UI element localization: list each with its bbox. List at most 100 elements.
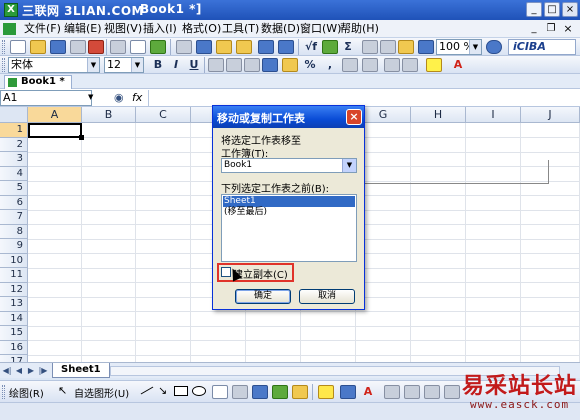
rectangle-icon[interactable] <box>174 386 188 396</box>
doc-restore-icon[interactable]: ❐ <box>545 23 557 35</box>
fill-color-draw-icon[interactable] <box>318 385 334 399</box>
align-right-icon[interactable] <box>244 58 260 72</box>
menu-view[interactable]: 视图(V) <box>102 21 144 37</box>
oval-icon[interactable] <box>192 386 206 396</box>
create-copy-label[interactable]: 建立副本(C) <box>233 266 288 281</box>
format-painter-icon[interactable] <box>236 40 252 54</box>
clipart-icon[interactable] <box>272 385 288 399</box>
bold-button[interactable]: B <box>150 58 166 72</box>
column-header[interactable]: C <box>136 107 191 123</box>
column-header[interactable]: A <box>28 107 82 123</box>
font-size-select[interactable]: 12 ▼ <box>104 57 144 73</box>
menu-help[interactable]: 帮助(H) <box>338 21 381 37</box>
list-item-move-to-end[interactable]: (移至最后) <box>223 207 355 218</box>
cancel-formula-icon[interactable]: ◉ <box>114 91 128 105</box>
menu-edit[interactable]: 编辑(E) <box>62 21 104 37</box>
cancel-button[interactable]: 取消 <box>299 289 355 304</box>
row-header[interactable]: 2 <box>0 137 28 152</box>
column-header[interactable]: B <box>82 107 136 123</box>
percent-button[interactable]: % <box>302 58 318 72</box>
insert-function-icon[interactable]: √f <box>302 40 320 54</box>
row-header[interactable]: 10 <box>0 253 28 268</box>
decrease-decimal-icon[interactable] <box>362 58 378 72</box>
chevron-down-icon[interactable]: ▼ <box>342 159 356 172</box>
doc-close-icon[interactable]: × <box>562 23 574 35</box>
redo-icon[interactable] <box>278 40 294 54</box>
copy-icon[interactable] <box>196 40 212 54</box>
font-color-icon[interactable]: A <box>450 58 466 72</box>
row-header[interactable]: 4 <box>0 166 28 181</box>
line-icon[interactable] <box>140 386 154 395</box>
column-header[interactable]: I <box>466 107 521 123</box>
column-header[interactable]: H <box>411 107 466 123</box>
fill-handle[interactable] <box>79 135 84 140</box>
row-header[interactable]: 15 <box>0 326 28 341</box>
close-button[interactable]: × <box>562 2 578 17</box>
arrow-style-icon[interactable] <box>424 385 440 399</box>
dialog-close-icon[interactable]: × <box>346 109 362 125</box>
paste-icon[interactable] <box>216 40 232 54</box>
print-icon[interactable] <box>110 40 126 54</box>
minimize-button[interactable]: _ <box>526 2 542 17</box>
textbox-icon[interactable] <box>212 385 228 399</box>
draw-menu-button[interactable]: 绘图(R) <box>9 385 44 400</box>
toolbar-grip[interactable] <box>2 58 5 72</box>
excel-app-icon[interactable]: X <box>4 3 18 17</box>
email-icon[interactable] <box>88 40 104 54</box>
select-pointer-icon[interactable]: ↖ <box>58 385 68 397</box>
new-icon[interactable] <box>10 40 26 54</box>
chevron-down-icon[interactable]: ▼ <box>131 58 143 72</box>
wordart-icon[interactable] <box>232 385 248 399</box>
menu-format[interactable]: 格式(O) <box>180 21 223 37</box>
formula-input[interactable] <box>148 90 580 106</box>
row-header[interactable]: 16 <box>0 340 28 355</box>
ok-button[interactable]: 确定 <box>235 289 291 304</box>
maximize-button[interactable]: □ <box>544 2 560 17</box>
align-center-icon[interactable] <box>226 58 242 72</box>
increase-decimal-icon[interactable] <box>342 58 358 72</box>
autoshapes-button[interactable]: 自选图形(U) <box>74 385 129 400</box>
decrease-indent-icon[interactable] <box>384 58 400 72</box>
merge-center-icon[interactable] <box>262 58 278 72</box>
line-color-icon[interactable] <box>340 385 356 399</box>
select-all-corner[interactable] <box>0 107 28 123</box>
active-cell[interactable] <box>28 123 82 138</box>
row-header[interactable]: 9 <box>0 239 28 254</box>
cut-icon[interactable] <box>176 40 192 54</box>
italic-button[interactable]: I <box>168 58 184 72</box>
comma-style-icon[interactable]: , <box>322 58 338 72</box>
save-icon[interactable] <box>50 40 66 54</box>
chart-wizard-icon[interactable] <box>398 40 414 54</box>
dialog-title-bar[interactable]: 移动或复制工作表 <box>213 106 364 128</box>
next-sheet-icon[interactable]: ▶ <box>26 365 36 377</box>
row-header[interactable]: 8 <box>0 224 28 239</box>
row-header[interactable]: 7 <box>0 210 28 225</box>
row-header[interactable]: 11 <box>0 268 28 283</box>
permission-icon[interactable] <box>70 40 86 54</box>
help-icon[interactable] <box>486 40 502 54</box>
insert-function-label[interactable]: fx <box>132 91 142 104</box>
menu-file[interactable]: 文件(F) <box>22 21 63 37</box>
zoom-select[interactable]: 100 % ▼ <box>436 39 482 55</box>
sort-ascending-icon[interactable] <box>362 40 378 54</box>
row-header[interactable]: 12 <box>0 282 28 297</box>
picture-icon[interactable] <box>292 385 308 399</box>
row-header[interactable]: 6 <box>0 195 28 210</box>
doc-minimize-icon[interactable]: _ <box>528 23 540 35</box>
hyperlink-icon[interactable] <box>322 40 338 54</box>
drawing-icon[interactable] <box>418 40 434 54</box>
toolbar-grip[interactable] <box>2 40 5 54</box>
first-sheet-icon[interactable]: ◀| <box>2 365 12 377</box>
currency-icon[interactable] <box>282 58 298 72</box>
menu-insert[interactable]: 插入(I) <box>141 21 179 37</box>
chevron-down-icon[interactable]: ▼ <box>469 40 481 54</box>
name-box[interactable]: A1 <box>0 90 92 106</box>
toolbar-grip[interactable] <box>2 385 5 399</box>
iciba-toolbar[interactable]: iCIBA <box>508 39 576 55</box>
open-icon[interactable] <box>30 40 46 54</box>
align-left-icon[interactable] <box>208 58 224 72</box>
row-header[interactable]: 5 <box>0 181 28 196</box>
row-header[interactable]: 1 <box>0 123 28 138</box>
fill-color-icon[interactable] <box>426 58 442 72</box>
spelling-icon[interactable] <box>150 40 166 54</box>
